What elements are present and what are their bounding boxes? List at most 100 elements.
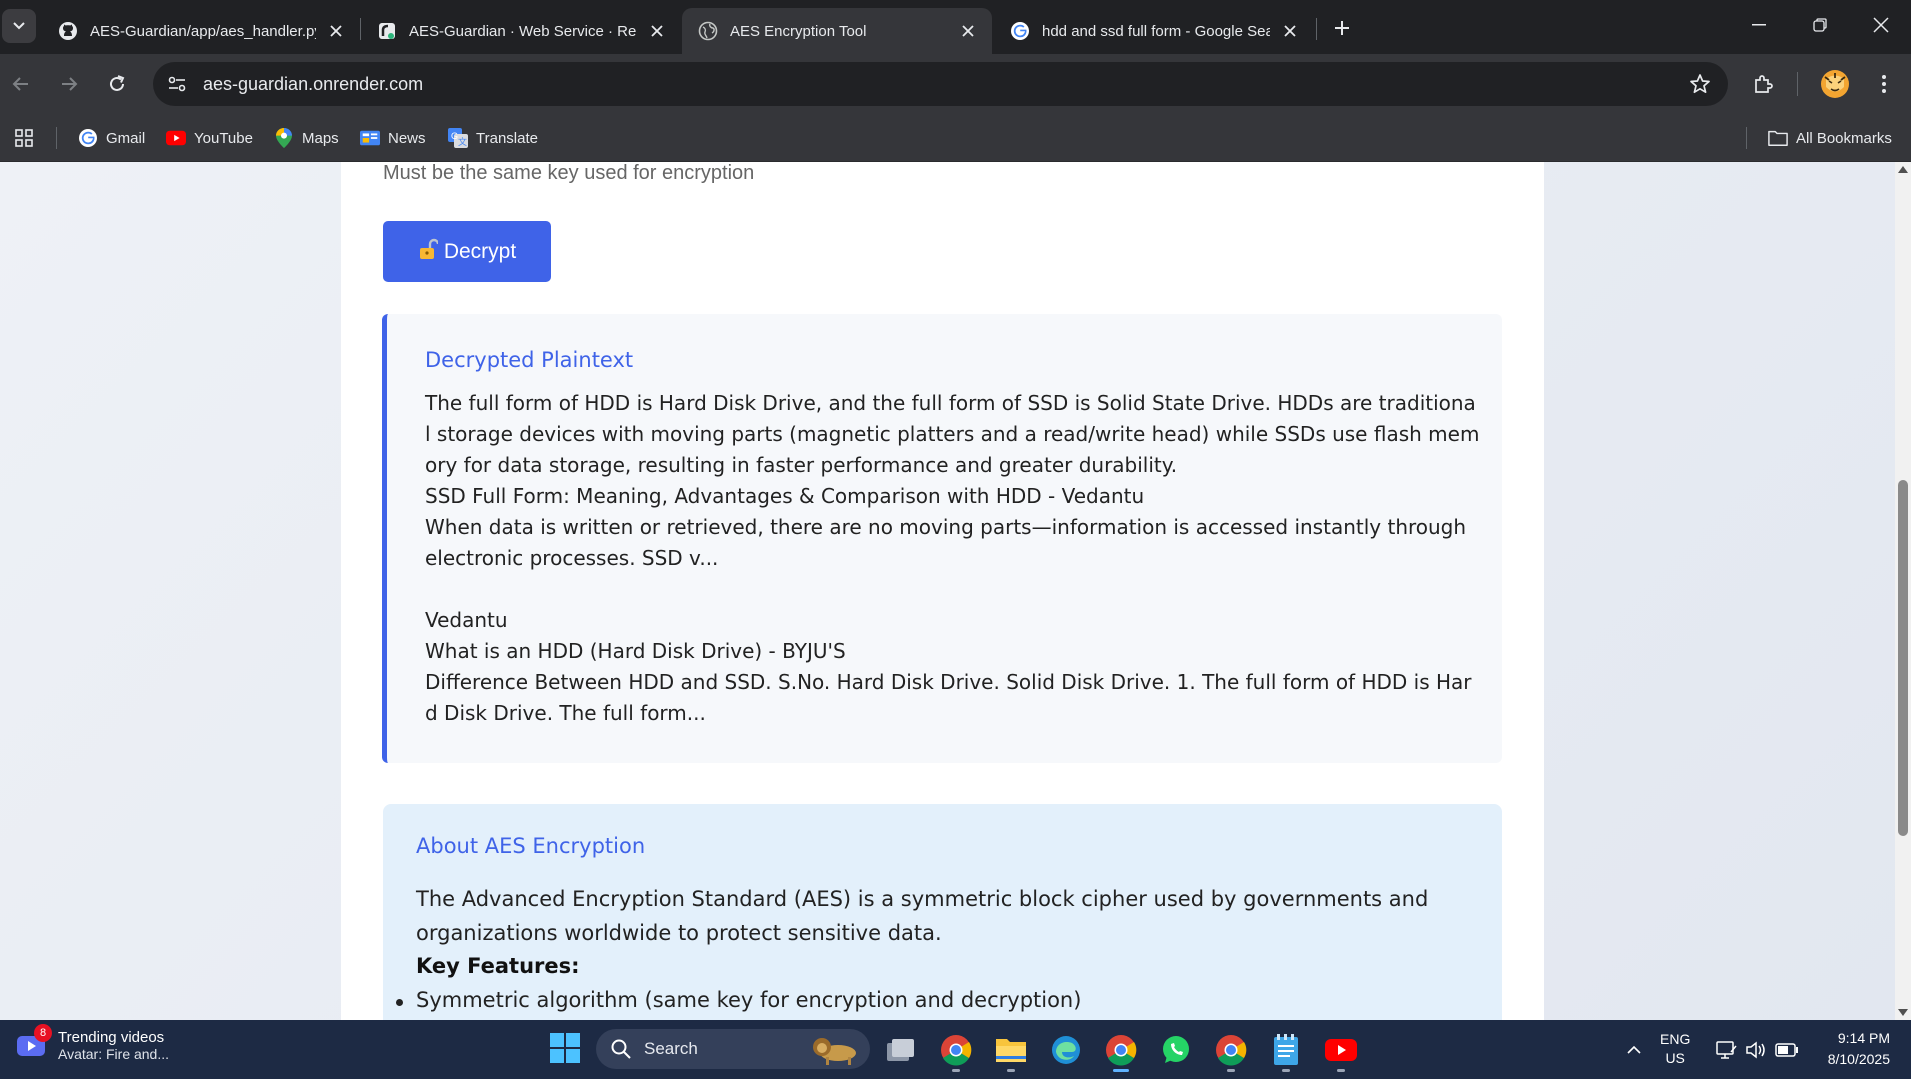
about-description: The Advanced Encryption Standard (AES) i…: [416, 887, 1429, 945]
show-hidden-icons-button[interactable]: [1622, 1030, 1646, 1070]
page-scrollbar[interactable]: [1895, 162, 1911, 1020]
extensions-button[interactable]: [1745, 66, 1781, 102]
apps-grid-icon: [15, 129, 33, 147]
decrypt-button-label: Decrypt: [443, 239, 517, 263]
taskbar-whatsapp[interactable]: [1154, 1028, 1198, 1072]
bookmark-translate[interactable]: G文 Translate: [448, 124, 538, 152]
svg-text:G: G: [451, 131, 458, 141]
widget-title: Trending videos: [58, 1028, 165, 1046]
tab-render-service[interactable]: AES-Guardian · Web Service · Ren: [361, 8, 681, 54]
close-window-button[interactable]: [1851, 0, 1911, 50]
translate-icon: G文: [448, 128, 468, 148]
start-button[interactable]: [549, 1032, 581, 1064]
bookmark-maps[interactable]: Maps: [274, 124, 339, 152]
tab-aes-handler[interactable]: AES-Guardian/app/aes_handler.py: [42, 8, 360, 54]
restore-button[interactable]: [1790, 0, 1850, 50]
tab-aes-encryption-tool[interactable]: AES Encryption Tool: [682, 8, 992, 54]
taskbar-chrome-profile-1[interactable]: [934, 1028, 978, 1072]
windows-taskbar: 8 Trending videos Avatar: Fire and... Se…: [0, 1020, 1911, 1079]
widgets-button[interactable]: 8 Trending videos Avatar: Fire and...: [14, 1024, 169, 1062]
all-bookmarks-button[interactable]: All Bookmarks: [1768, 124, 1892, 152]
new-tab-button[interactable]: [1326, 12, 1358, 44]
scroll-down-arrow[interactable]: [1898, 1009, 1908, 1016]
folder-icon: [1768, 128, 1788, 148]
google-icon: [78, 128, 98, 148]
region-code: US: [1665, 1050, 1685, 1066]
lion-icon: [813, 1038, 856, 1065]
github-icon: [58, 21, 78, 41]
bookmark-news[interactable]: News: [360, 124, 426, 152]
close-icon: [1873, 17, 1889, 33]
taskbar-chrome-profile-2[interactable]: [1209, 1028, 1253, 1072]
close-icon[interactable]: [958, 21, 978, 41]
battery-button[interactable]: [1775, 1030, 1799, 1070]
decrypt-button[interactable]: Decrypt: [383, 221, 551, 282]
network-icon: [1716, 1041, 1737, 1059]
volume-button[interactable]: [1745, 1030, 1767, 1070]
task-view-button[interactable]: [878, 1028, 922, 1072]
bookmark-label: Maps: [302, 129, 339, 147]
puzzle-icon: [1755, 75, 1773, 93]
scrollbar-thumb[interactable]: [1898, 480, 1908, 836]
minimize-button[interactable]: [1729, 0, 1789, 50]
tab-strip: AES-Guardian/app/aes_handler.py AES-Guar…: [0, 0, 1911, 54]
bookmark-label: All Bookmarks: [1796, 129, 1892, 147]
taskbar-notepad[interactable]: [1264, 1028, 1308, 1072]
taskbar-file-explorer[interactable]: [989, 1028, 1033, 1072]
notepad-icon: [1274, 1034, 1298, 1065]
chrome-icon: [1106, 1035, 1137, 1066]
language-indicator[interactable]: ENG US: [1660, 1030, 1690, 1068]
minimize-icon: [1752, 24, 1766, 26]
running-indicator: [1227, 1069, 1235, 1072]
network-button[interactable]: [1715, 1030, 1737, 1070]
reload-button[interactable]: [99, 66, 135, 102]
windows-icon: [550, 1033, 580, 1063]
tab-title: AES Encryption Tool: [730, 22, 867, 40]
bookmarks-divider: [1746, 127, 1747, 149]
news-icon: [360, 128, 380, 148]
video-icon: 8: [14, 1024, 52, 1062]
bookmark-gmail[interactable]: Gmail: [78, 124, 145, 152]
menu-button[interactable]: [1866, 66, 1902, 102]
active-indicator: [1113, 1069, 1129, 1072]
address-bar[interactable]: aes-guardian.onrender.com: [153, 62, 1728, 106]
decrypted-result-panel: Decrypted Plaintext The full form of HDD…: [382, 314, 1502, 763]
volume-icon: [1746, 1041, 1765, 1059]
close-icon[interactable]: [326, 21, 346, 41]
key-features-label: Key Features:: [416, 954, 580, 978]
result-heading: Decrypted Plaintext: [425, 348, 634, 372]
arrow-right-icon: [62, 77, 78, 91]
site-info-icon[interactable]: [165, 72, 189, 96]
bookmark-label: Translate: [476, 129, 538, 147]
edge-icon: [1052, 1036, 1080, 1064]
back-button[interactable]: [3, 66, 39, 102]
toolbar-divider: [1797, 72, 1798, 96]
scroll-up-arrow[interactable]: [1898, 166, 1908, 173]
star-icon[interactable]: [1688, 72, 1712, 96]
url-text[interactable]: aes-guardian.onrender.com: [203, 74, 423, 95]
tab-title: hdd and ssd full form - Google Sea: [1042, 22, 1270, 40]
notification-badge: 8: [34, 1024, 52, 1042]
close-icon[interactable]: [1280, 21, 1300, 41]
forward-button[interactable]: [51, 66, 87, 102]
taskbar-search[interactable]: Search: [596, 1029, 870, 1069]
globe-icon: [698, 21, 718, 41]
tab-separator: [1316, 18, 1317, 40]
taskbar-youtube[interactable]: [1319, 1028, 1363, 1072]
tab-google-search[interactable]: hdd and ssd full form - Google Sea: [994, 8, 1314, 54]
feature-list-item: Symmetric algorithm (same key for encryp…: [395, 988, 1082, 1012]
search-placeholder: Search: [644, 1039, 698, 1058]
running-indicator: [1337, 1069, 1345, 1072]
taskbar-edge[interactable]: [1044, 1028, 1088, 1072]
more-vertical-icon: [1882, 75, 1886, 93]
apps-button[interactable]: [14, 124, 34, 152]
about-aes-panel: About AES Encryption The Advanced Encryp…: [383, 804, 1502, 1020]
running-indicator: [1007, 1069, 1015, 1072]
system-clock[interactable]: 9:14 PM 8/10/2025: [1800, 1028, 1890, 1070]
chrome-icon: [1216, 1035, 1247, 1066]
close-icon[interactable]: [647, 21, 667, 41]
tab-search-button[interactable]: [2, 9, 36, 43]
bookmark-youtube[interactable]: YouTube: [166, 124, 253, 152]
profile-avatar[interactable]: [1817, 66, 1853, 102]
taskbar-chrome-active[interactable]: [1099, 1028, 1143, 1072]
